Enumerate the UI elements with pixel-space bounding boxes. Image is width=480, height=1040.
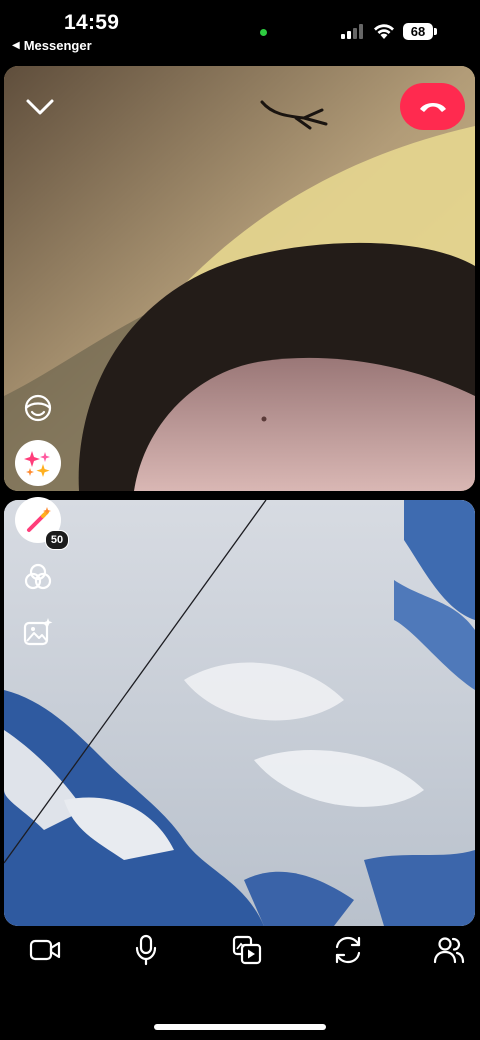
battery-level: 68 <box>403 23 433 40</box>
share-media-button[interactable] <box>229 932 265 968</box>
cellular-signal-icon <box>341 24 365 39</box>
remote-video-feed <box>4 66 475 491</box>
sparkles-icon <box>24 451 50 477</box>
self-video-tile[interactable] <box>4 500 475 926</box>
wifi-icon <box>374 24 394 39</box>
minimize-call-chevron-icon[interactable] <box>22 94 58 120</box>
background-icon[interactable] <box>22 616 54 648</box>
battery-tip <box>434 28 437 35</box>
self-video-feed <box>4 500 475 926</box>
back-arrow-icon: ◀ <box>12 40 20 51</box>
video-toggle-button[interactable] <box>27 932 63 968</box>
microphone-toggle-button[interactable] <box>128 932 164 968</box>
home-indicator[interactable] <box>154 1024 326 1030</box>
microphone-icon <box>135 934 157 966</box>
effects-count-badge: 50 <box>45 530 69 550</box>
video-camera-icon <box>29 939 61 961</box>
back-app-label: Messenger <box>23 38 92 53</box>
end-call-button[interactable] <box>400 83 465 130</box>
switch-camera-icon <box>335 936 361 964</box>
avatar-icon[interactable] <box>22 392 54 424</box>
participants-icon <box>433 937 465 964</box>
share-media-icon <box>232 935 262 965</box>
status-time: 14:59 <box>64 11 120 34</box>
hang-up-icon <box>419 102 446 112</box>
remote-video-tile[interactable] <box>4 66 475 491</box>
mic-in-use-indicator <box>260 29 267 36</box>
switch-camera-button[interactable] <box>330 932 366 968</box>
effects-sparkles-button[interactable] <box>15 440 61 486</box>
filters-icon[interactable] <box>22 561 54 593</box>
participants-button[interactable] <box>431 932 467 968</box>
back-to-app-link[interactable]: ◀ Messenger <box>12 38 92 53</box>
